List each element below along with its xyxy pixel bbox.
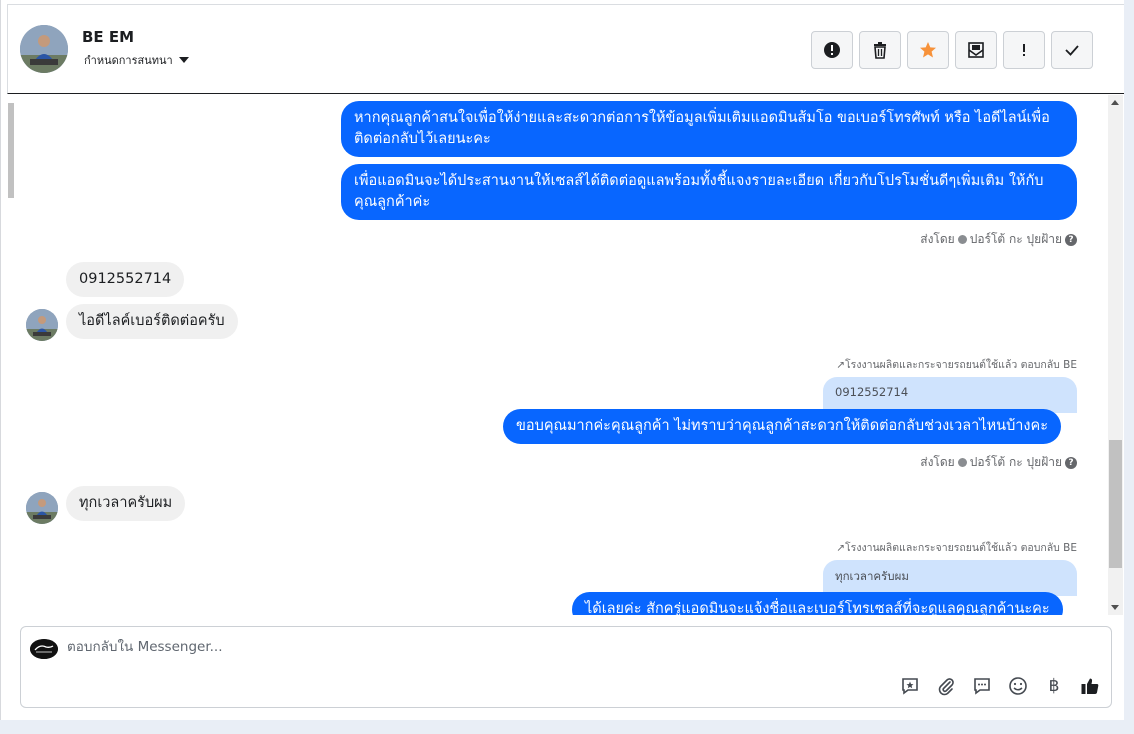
sent-by-label: ส่งโดย: [920, 455, 955, 469]
left-scrollbar[interactable]: [8, 103, 14, 198]
outgoing-message[interactable]: หากคุณลูกค้าสนใจเพื่อให้ง่ายและสะดวกต่อก…: [341, 101, 1077, 157]
paperclip-icon: [938, 678, 954, 696]
message-thread[interactable]: หากคุณลูกค้าสนใจเพื่อให้ง่ายและสะดวกต่อก…: [8, 95, 1108, 615]
outgoing-message[interactable]: ได้เลยค่ะ สักครู่แอดมินจะแจ้งชื่อและเบอร…: [572, 592, 1063, 615]
like-button[interactable]: [1079, 675, 1101, 697]
checkmark-icon: [1065, 45, 1079, 56]
attach-button[interactable]: [935, 675, 957, 697]
star-button[interactable]: [907, 31, 949, 69]
caret-down-icon: [178, 57, 189, 63]
quoted-message[interactable]: 0912552714: [823, 377, 1077, 413]
delete-button[interactable]: [859, 31, 901, 69]
reply-note: ↗โรงงานผลิตและกระจายรถยนต์ใช้แล้ว ตอบกลั…: [836, 356, 1077, 373]
message-scrollbar[interactable]: [1108, 95, 1123, 615]
baht-icon: ฿: [1048, 676, 1060, 696]
exclamation-icon: [1023, 44, 1025, 56]
reply-arrow-icon: ↗: [836, 359, 846, 371]
contact-avatar[interactable]: [20, 25, 68, 73]
sent-by-info: ส่งโดย ปอร์โต้ กะ ปุยฝ้าย ?: [920, 230, 1077, 249]
conversation-toolbar: [811, 31, 1093, 69]
reply-composer: ฿: [20, 626, 1112, 708]
saved-reply-icon: [902, 678, 918, 695]
important-button[interactable]: [1003, 31, 1045, 69]
assign-conversation-label: กำหนดการสนทนา: [84, 54, 173, 67]
thumbs-up-icon: [1081, 678, 1099, 694]
reply-arrow-icon: ↗: [836, 542, 846, 554]
sender-name[interactable]: ปอร์โต้ กะ ปุยฝ้าย: [970, 230, 1062, 249]
trash-icon: [874, 42, 886, 59]
star-icon: [920, 42, 936, 58]
sender-name[interactable]: ปอร์โต้ กะ ปุยฝ้าย: [970, 453, 1062, 472]
emoji-button[interactable]: [1007, 675, 1029, 697]
chat-bubble-icon: [974, 678, 990, 695]
contact-name: BE EM: [82, 28, 135, 46]
emoji-icon: [1009, 677, 1027, 695]
assign-conversation-dropdown[interactable]: กำหนดการสนทนา: [84, 51, 189, 69]
scrollbar-thumb[interactable]: [1109, 440, 1122, 568]
outgoing-message[interactable]: เพื่อแอดมินจะได้ประสานงานให้เซลส์ได้ติดต…: [341, 164, 1077, 220]
reply-note-text: โรงงานผลิตและกระจายรถยนต์ใช้แล้ว ตอบกลับ…: [845, 542, 1077, 554]
mark-unread-button[interactable]: [955, 31, 997, 69]
sent-by-label: ส่งโดย: [920, 232, 955, 246]
reply-input[interactable]: [67, 639, 667, 655]
quick-reply-button[interactable]: [971, 675, 993, 697]
alert-circle-icon: [824, 42, 840, 58]
contact-avatar-small: [26, 309, 58, 341]
reply-note: ↗โรงงานผลิตและกระจายรถยนต์ใช้แล้ว ตอบกลั…: [836, 539, 1077, 556]
conversation-header: BE EM กำหนดการสนทนา: [7, 4, 1124, 94]
contact-avatar-small: [26, 492, 58, 524]
quoted-message[interactable]: ทุกเวลาครับผม: [823, 560, 1077, 596]
help-icon[interactable]: ?: [1065, 456, 1077, 469]
incoming-message[interactable]: ทุกเวลาครับผม: [66, 486, 186, 521]
help-icon[interactable]: ?: [1065, 233, 1077, 246]
outgoing-message[interactable]: ขอบคุณมากค่ะคุณลูกค้า ไม่ทราบว่าคุณลูกค้…: [503, 409, 1062, 444]
sent-by-info: ส่งโดย ปอร์โต้ กะ ปุยฝ้าย ?: [920, 453, 1077, 472]
incoming-message[interactable]: 0912552714: [66, 262, 185, 297]
scroll-down-arrow-icon[interactable]: [1111, 605, 1119, 610]
window-divider: [0, 0, 1, 720]
envelope-icon: [968, 42, 984, 58]
mark-done-button[interactable]: [1051, 31, 1093, 69]
page-logo-icon: [30, 639, 58, 659]
inbox-conversation-window: BE EM กำหนดการสนทนา หากคุณลูกค้าสนใจเพื่…: [0, 0, 1124, 720]
saved-reply-button[interactable]: [899, 675, 921, 697]
scroll-up-arrow-icon[interactable]: [1111, 100, 1119, 105]
reply-note-text: โรงงานผลิตและกระจายรถยนต์ใช้แล้ว ตอบกลับ…: [845, 359, 1077, 371]
report-spam-button[interactable]: [811, 31, 853, 69]
check-circle-icon: [957, 458, 967, 467]
payment-button[interactable]: ฿: [1043, 675, 1065, 697]
composer-tools: ฿: [899, 675, 1101, 697]
check-circle-icon: [957, 235, 967, 244]
incoming-message[interactable]: ไอดีไลค์เบอร์ติดต่อครับ: [66, 304, 238, 339]
